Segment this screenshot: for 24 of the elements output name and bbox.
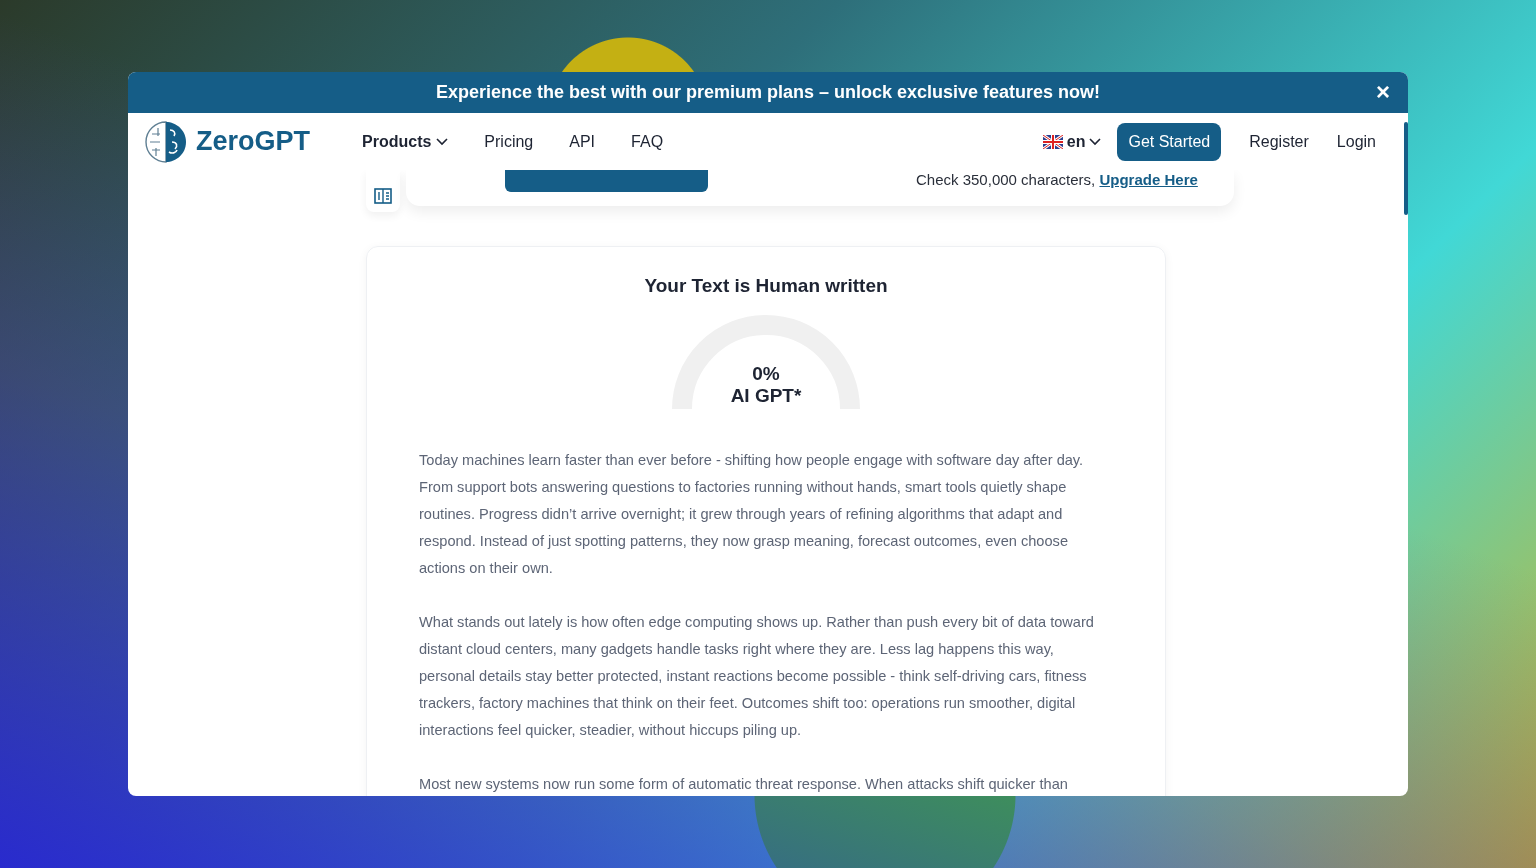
result-paragraph: Most new systems now run some form of automatic threat response. When attacks shift quicker than xyxy=(419,775,1069,794)
gauge-percent: 0% xyxy=(752,363,780,385)
nav-link[interactable]: Pricing xyxy=(484,132,534,151)
upgrade-link[interactable]: Upgrade Here xyxy=(1099,171,1198,188)
chevron-down-icon xyxy=(1089,137,1102,146)
close-button[interactable]: × xyxy=(1376,80,1390,104)
register-link[interactable]: Register xyxy=(1249,132,1309,151)
gauge-label: AI GPT* xyxy=(730,385,802,407)
scrollbar-thumb[interactable] xyxy=(1404,122,1408,215)
limit-note: Check 350,000 characters, Upgrade Here xyxy=(916,171,1198,188)
nav-link[interactable]: FAQ xyxy=(631,132,664,151)
detect-button[interactable] xyxy=(505,170,708,192)
result-title: Your Text is Human written xyxy=(644,275,888,297)
nav-link[interactable]: API xyxy=(569,132,596,151)
nav-link[interactable]: Products xyxy=(362,132,449,151)
number-grid-icon[interactable] xyxy=(374,188,392,204)
result-paragraph: What stands out lately is how often edge computing shows up. Rather than push every bit of data toward distant cloud centers, many gadgets handle tasks right where they are. Less lag happens this way, personal details stay better protected, instant reactions become possible - think self-driving cars, fitness trackers, factory machines that think on their feet. Outcomes shift too: operations run smoother, digital interactions feel quicker, steadier, without hiccups piling up. xyxy=(419,613,1095,740)
banner-text: Experience the best with our premium plans – unlock exclusive features now! xyxy=(435,82,1101,103)
result-paragraph: Today machines learn faster than ever before - shifting how people engage with software day after day. From support bots answering questions to factories running without hands, smart tools quietly shape routines. Progress didn’t arrive overnight; it grew through years of refining algorithms that adapt and respond. Instead of just spotting patterns, they now grasp meaning, forecast outcomes, even choose actions on their own. xyxy=(419,451,1085,578)
flag-icon xyxy=(1042,134,1063,149)
logo-text[interactable]: ZeroGPT xyxy=(196,126,310,157)
get-started-button[interactable]: Get Started xyxy=(1117,122,1222,161)
language-selector[interactable]: en xyxy=(1042,132,1102,151)
login-link[interactable]: Login xyxy=(1336,132,1376,151)
